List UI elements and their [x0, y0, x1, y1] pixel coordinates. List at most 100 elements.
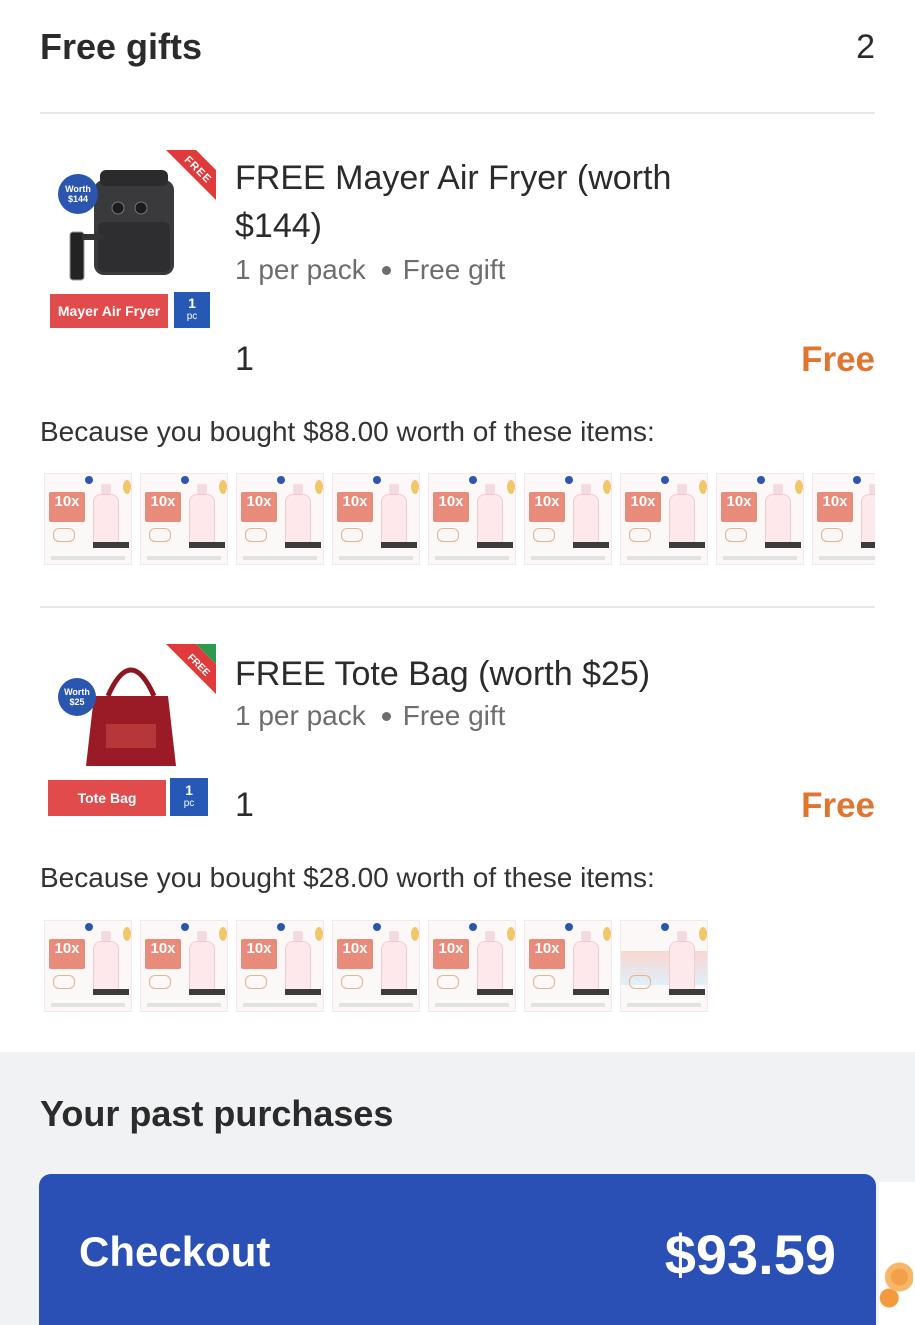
brand-logo-icon	[373, 923, 381, 931]
drop-icon	[219, 480, 227, 494]
thumb-tag: 10x	[433, 939, 469, 969]
bottle-cap-icon	[485, 484, 495, 494]
qualifying-item-thumbnail[interactable]: 10x	[620, 473, 708, 565]
bottle-icon	[669, 494, 695, 544]
brand-logo-icon	[757, 476, 765, 484]
bottle-icon	[381, 494, 407, 544]
bottle-cap-icon	[197, 931, 207, 941]
qualifying-item-thumbnail[interactable]: 10x	[524, 473, 612, 565]
badge-icon	[341, 975, 363, 989]
caption-line	[51, 1003, 125, 1007]
gift-title: FREE Tote Bag (worth $25)	[235, 655, 651, 693]
bottle-icon	[573, 494, 599, 544]
qualifying-item-thumbnail[interactable]: 10x	[44, 473, 132, 565]
pc-badge: 1 pc	[174, 292, 210, 328]
volume-strip	[669, 989, 705, 995]
badge-icon	[533, 528, 555, 542]
qualifying-item-thumbnail[interactable]: 10x	[140, 920, 228, 1012]
qualifying-item-thumbnail[interactable]	[620, 920, 708, 1012]
gift-type-text: Free gift	[402, 700, 506, 731]
drop-icon	[123, 480, 131, 494]
qualifying-item-thumbnail[interactable]: 10x	[236, 473, 324, 565]
brand-logo-icon	[277, 923, 285, 931]
thumb-tag: 10x	[721, 492, 757, 522]
brand-logo-icon	[373, 476, 381, 484]
per-pack-text: 1 per pack	[235, 254, 366, 285]
volume-strip	[381, 542, 417, 548]
bottle-cap-icon	[293, 931, 303, 941]
caption-line	[531, 1003, 605, 1007]
bottle-cap-icon	[869, 484, 875, 494]
drop-icon	[603, 480, 611, 494]
badge-icon	[149, 528, 171, 542]
badge-icon	[629, 528, 651, 542]
volume-strip	[573, 542, 609, 548]
gift-quantity: 1	[235, 786, 254, 824]
worth-badge: Worth $144	[58, 174, 98, 214]
bottle-cap-icon	[581, 931, 591, 941]
caption-line	[147, 556, 221, 560]
brand-logo-icon	[85, 476, 93, 484]
brand-logo-icon	[469, 476, 477, 484]
tote-bag-image: FREE Worth $25 Tote Bag 1 pc	[46, 644, 216, 816]
thumb-tag: 10x	[817, 492, 853, 522]
badge-icon	[149, 975, 171, 989]
caption-line	[435, 556, 509, 560]
qualifying-item-thumbnail[interactable]: 10x	[812, 473, 875, 565]
bottle-icon	[189, 494, 215, 544]
checkout-button[interactable]: Checkout $93.59	[39, 1174, 876, 1325]
bottle-icon	[477, 494, 503, 544]
bottle-cap-icon	[389, 931, 399, 941]
qualifying-item-thumbnail[interactable]: 10x	[44, 920, 132, 1012]
drop-icon	[699, 927, 707, 941]
qualifying-item-thumbnail[interactable]: 10x	[716, 473, 804, 565]
caption-line	[339, 556, 413, 560]
thumb-tag: 10x	[145, 492, 181, 522]
gift-item-tote-bag[interactable]: FREE Worth $25 Tote Bag 1 pc FREE Tote B…	[40, 640, 875, 840]
badge-icon	[725, 528, 747, 542]
qualifying-items-row: 10x 10x 10x 10x 10x 10x	[44, 920, 744, 1012]
bottle-icon	[765, 494, 791, 544]
drop-icon	[795, 480, 803, 494]
drop-icon	[219, 927, 227, 941]
qualifying-item-thumbnail[interactable]: 10x	[332, 473, 420, 565]
brand-logo-icon	[181, 923, 189, 931]
drop-icon	[411, 480, 419, 494]
bottle-cap-icon	[581, 484, 591, 494]
volume-strip	[669, 542, 705, 548]
drop-icon	[315, 927, 323, 941]
badge-icon	[53, 975, 75, 989]
badge-icon	[437, 975, 459, 989]
per-pack-text: 1 per pack	[235, 700, 366, 731]
brand-logo-icon	[181, 476, 189, 484]
caption-line	[243, 556, 317, 560]
qualifying-item-thumbnail[interactable]: 10x	[428, 920, 516, 1012]
caption-line	[627, 1003, 701, 1007]
bottle-icon	[189, 941, 215, 991]
badge-icon	[245, 528, 267, 542]
qualifying-item-thumbnail[interactable]: 10x	[332, 920, 420, 1012]
badge-icon	[53, 528, 75, 542]
volume-strip	[93, 542, 129, 548]
bottle-icon	[285, 494, 311, 544]
brand-logo-icon	[469, 923, 477, 931]
thumb-tag: 10x	[529, 939, 565, 969]
gift-item-air-fryer[interactable]: FREE Worth $144 Mayer Air Fryer 1 pc FRE…	[40, 140, 875, 390]
gift-meta: 1 per pack Free gift	[235, 254, 505, 286]
gift-title: FREE Mayer Air Fryer (worth $144)	[235, 159, 672, 245]
section-title: Free gifts	[40, 26, 203, 67]
qualifying-item-thumbnail[interactable]: 10x	[236, 920, 324, 1012]
drop-icon	[507, 480, 515, 494]
badge-icon	[533, 975, 555, 989]
caption-line	[531, 556, 605, 560]
free-gifts-header: Free gifts 2	[40, 22, 875, 72]
qualifying-text: Because you bought $28.00 worth of these…	[40, 862, 655, 893]
volume-strip	[93, 989, 129, 995]
thumb-tag: 10x	[241, 939, 277, 969]
qualifying-item-thumbnail[interactable]: 10x	[428, 473, 516, 565]
caption-line	[243, 1003, 317, 1007]
qualifying-item-thumbnail[interactable]: 10x	[524, 920, 612, 1012]
qualifying-item-thumbnail[interactable]: 10x	[140, 473, 228, 565]
volume-strip	[573, 989, 609, 995]
thumb-tag: 10x	[145, 939, 181, 969]
